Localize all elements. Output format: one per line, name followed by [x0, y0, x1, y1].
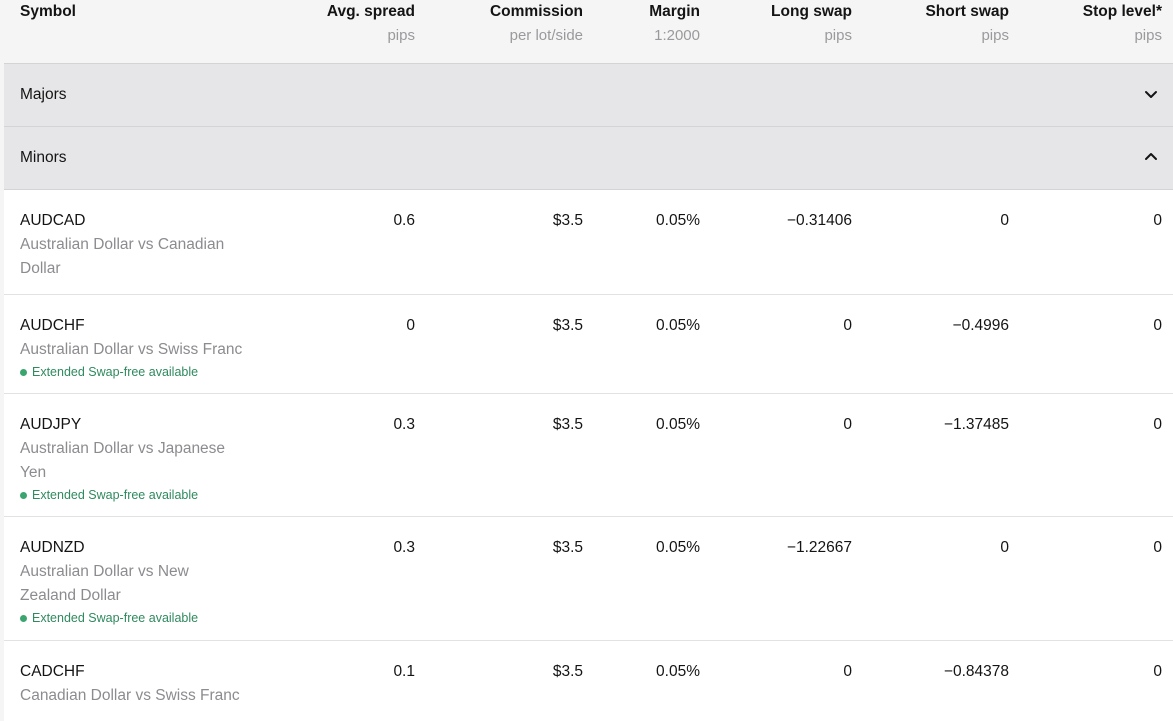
- symbol-code: AUDJPY: [20, 416, 82, 433]
- swap-free-label: Extended Swap-free available: [32, 365, 199, 379]
- avg-spread-value: 0.3: [393, 416, 415, 433]
- stop-level-value: 0: [1153, 663, 1162, 680]
- column-subtitle: per lot/side: [509, 27, 583, 44]
- symbol-code: AUDCHF: [20, 317, 85, 334]
- long-swap-value: 0: [843, 416, 852, 433]
- avg-spread-value: 0.6: [393, 212, 415, 229]
- table-row[interactable]: AUDCHF Australian Dollar vs Swiss Franc …: [4, 295, 1173, 394]
- column-subtitle: pips: [824, 27, 852, 44]
- column-title: Long swap: [771, 3, 852, 20]
- short-swap-value: −0.4996: [952, 317, 1009, 334]
- group-label: Majors: [20, 86, 67, 103]
- swap-free-badge: Extended Swap-free available: [20, 610, 250, 627]
- stop-level-value: 0: [1153, 212, 1162, 229]
- stop-level-value: 0: [1153, 416, 1162, 433]
- margin-value: 0.05%: [656, 539, 700, 556]
- symbol-code: CADCHF: [20, 663, 85, 680]
- avg-spread-value: 0: [406, 317, 415, 334]
- column-title: Margin: [649, 3, 700, 20]
- column-header-margin: Margin 1:2000: [649, 2, 700, 46]
- instruments-table: Symbol Avg. spread pips Commission per l…: [4, 0, 1173, 721]
- symbol-code: AUDCAD: [20, 212, 86, 229]
- group-label: Minors: [20, 149, 67, 166]
- column-header-stop-level: Stop level* pips: [1083, 2, 1162, 46]
- column-header-avg-spread: Avg. spread pips: [327, 2, 415, 46]
- column-title: Symbol: [20, 3, 76, 20]
- margin-value: 0.05%: [656, 416, 700, 433]
- long-swap-value: 0: [843, 317, 852, 334]
- long-swap-value: 0: [843, 663, 852, 680]
- swap-free-badge: Extended Swap-free available: [20, 364, 250, 381]
- commission-value: $3.5: [552, 539, 583, 556]
- short-swap-value: 0: [1000, 212, 1009, 229]
- chevron-down-icon[interactable]: [1143, 86, 1159, 102]
- stop-level-value: 0: [1153, 317, 1162, 334]
- symbol-description: Australian Dollar vs Swiss Franc: [20, 341, 243, 358]
- symbol-cell: AUDCAD Australian Dollar vs Canadian Dol…: [20, 209, 250, 281]
- short-swap-value: 0: [1000, 539, 1009, 556]
- symbol-description: Zealand Dollar: [20, 587, 121, 604]
- long-swap-value: −0.31406: [786, 212, 852, 229]
- column-subtitle: pips: [1134, 27, 1162, 44]
- chevron-up-icon[interactable]: [1143, 149, 1159, 165]
- column-header-commission: Commission per lot/side: [490, 2, 583, 46]
- margin-value: 0.05%: [656, 663, 700, 680]
- short-swap-value: −1.37485: [943, 416, 1009, 433]
- status-dot-icon: [20, 492, 27, 499]
- table-row[interactable]: AUDNZD Australian Dollar vs New Zealand …: [4, 517, 1173, 641]
- table-row[interactable]: AUDCAD Australian Dollar vs Canadian Dol…: [4, 190, 1173, 295]
- column-header-symbol: Symbol: [20, 2, 76, 22]
- margin-value: 0.05%: [656, 212, 700, 229]
- column-title: Avg. spread: [326, 3, 415, 20]
- symbol-cell: CADCHF Canadian Dollar vs Swiss Franc: [20, 660, 250, 708]
- symbol-description: Australian Dollar vs New: [20, 563, 189, 580]
- status-dot-icon: [20, 615, 27, 622]
- swap-free-label: Extended Swap-free available: [32, 488, 199, 502]
- stop-level-value: 0: [1153, 539, 1162, 556]
- avg-spread-value: 0.3: [393, 539, 415, 556]
- symbol-description: Canadian Dollar vs Swiss Franc: [20, 687, 240, 704]
- commission-value: $3.5: [552, 416, 583, 433]
- group-toggle-majors[interactable]: Majors: [4, 64, 1173, 127]
- commission-value: $3.5: [552, 212, 583, 229]
- symbol-description: Dollar: [20, 260, 61, 277]
- column-title: Short swap: [925, 3, 1009, 20]
- symbol-description: Yen: [20, 464, 47, 481]
- symbol-cell: AUDNZD Australian Dollar vs New Zealand …: [20, 536, 250, 627]
- short-swap-value: −0.84378: [943, 663, 1009, 680]
- column-subtitle: pips: [981, 27, 1009, 44]
- symbol-code: AUDNZD: [20, 539, 85, 556]
- commission-value: $3.5: [552, 663, 583, 680]
- status-dot-icon: [20, 369, 27, 376]
- group-toggle-minors[interactable]: Minors: [4, 127, 1173, 190]
- column-subtitle: pips: [387, 27, 415, 44]
- symbol-description: Australian Dollar vs Canadian: [20, 236, 225, 253]
- column-title: Commission: [489, 3, 583, 20]
- column-subtitle: 1:2000: [654, 27, 700, 44]
- avg-spread-value: 0.1: [393, 663, 415, 680]
- margin-value: 0.05%: [656, 317, 700, 334]
- symbol-cell: AUDCHF Australian Dollar vs Swiss Franc …: [20, 314, 250, 381]
- commission-value: $3.5: [552, 317, 583, 334]
- table-row[interactable]: AUDJPY Australian Dollar vs Japanese Yen…: [4, 394, 1173, 517]
- swap-free-badge: Extended Swap-free available: [20, 487, 250, 504]
- column-title: Stop level*: [1082, 3, 1162, 20]
- swap-free-label: Extended Swap-free available: [32, 611, 199, 625]
- instruments-page: Symbol Avg. spread pips Commission per l…: [0, 0, 1173, 721]
- long-swap-value: −1.22667: [786, 539, 852, 556]
- table-header: Symbol Avg. spread pips Commission per l…: [4, 0, 1173, 64]
- symbol-cell: AUDJPY Australian Dollar vs Japanese Yen…: [20, 413, 250, 504]
- symbol-description: Australian Dollar vs Japanese: [20, 440, 226, 457]
- column-header-long-swap: Long swap pips: [771, 2, 852, 46]
- table-row[interactable]: CADCHF Canadian Dollar vs Swiss Franc 0.…: [4, 641, 1173, 721]
- column-header-short-swap: Short swap pips: [925, 2, 1009, 46]
